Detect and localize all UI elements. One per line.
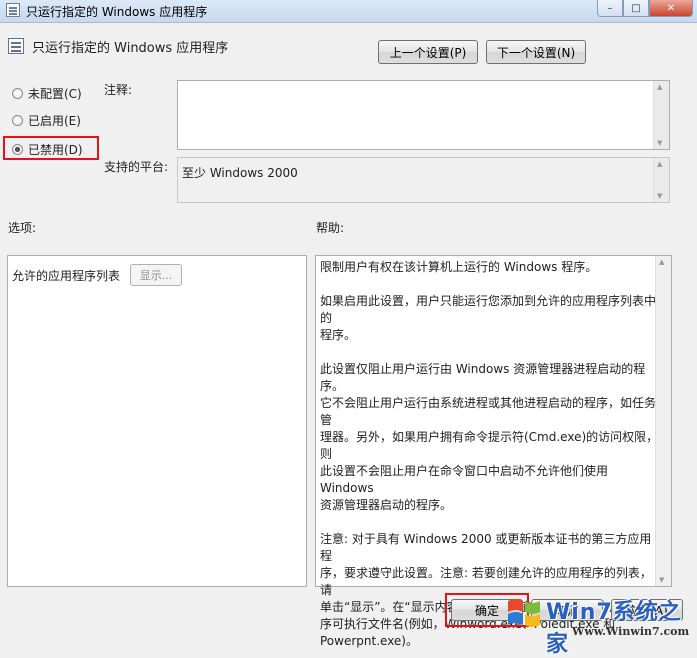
next-setting-button[interactable]: 下一个设置(N) xyxy=(486,40,586,64)
comment-scrollbar[interactable]: ▲ ▼ xyxy=(653,81,669,149)
help-section-label: 帮助: xyxy=(316,221,345,235)
help-paragraph: 限制用户有权在该计算机上运行的 Windows 程序。 xyxy=(320,260,598,274)
previous-setting-button[interactable]: 上一个设置(P) xyxy=(378,40,478,64)
radio-label: 已启用(E) xyxy=(28,114,81,128)
radio-enabled[interactable]: 已启用(E) xyxy=(12,112,81,129)
highlight-box-disabled xyxy=(3,136,99,160)
show-button[interactable]: 显示... xyxy=(130,264,183,286)
radio-button[interactable] xyxy=(12,115,23,126)
close-icon: ✕ xyxy=(666,2,676,14)
setting-icon xyxy=(8,38,24,54)
watermark: Win7系统之家 Www.Winwin7.com xyxy=(500,589,697,657)
help-paragraph: 此设置仅阻止用户运行由 Windows 资源管理器进程启动的程序。 它不会阻止用… xyxy=(320,362,659,512)
help-scrollbar[interactable]: ▲ ▼ xyxy=(655,256,671,586)
scroll-up-icon[interactable]: ▲ xyxy=(659,258,664,266)
platform-field: 至少 Windows 2000 ▲ ▼ xyxy=(177,157,670,203)
platform-value: 至少 Windows 2000 xyxy=(182,166,298,180)
scroll-down-icon[interactable]: ▼ xyxy=(659,576,664,584)
platform-scrollbar[interactable]: ▲ ▼ xyxy=(653,158,669,202)
close-button[interactable]: ✕ xyxy=(649,0,693,17)
scroll-down-icon[interactable]: ▼ xyxy=(657,192,662,200)
windows-logo-icon xyxy=(508,599,540,627)
scroll-up-icon[interactable]: ▲ xyxy=(657,160,662,168)
comment-label: 注释: xyxy=(104,83,133,97)
scroll-down-icon[interactable]: ▼ xyxy=(657,139,662,147)
title-bar[interactable]: 只运行指定的 Windows 应用程序 – □ ✕ xyxy=(0,0,697,23)
setting-title: 只运行指定的 Windows 应用程序 xyxy=(32,41,229,56)
maximize-button[interactable]: □ xyxy=(623,0,649,17)
dialog-body: 只运行指定的 Windows 应用程序 上一个设置(P) 下一个设置(N) 未配… xyxy=(0,23,697,657)
window-title: 只运行指定的 Windows 应用程序 xyxy=(26,5,208,19)
minimize-icon: – xyxy=(607,2,613,14)
policy-icon xyxy=(6,3,20,17)
window-controls: – □ ✕ xyxy=(597,0,693,18)
radio-not-configured[interactable]: 未配置(C) xyxy=(12,85,82,102)
radio-label: 未配置(C) xyxy=(28,87,82,101)
watermark-url: Www.Winwin7.com xyxy=(572,625,690,638)
radio-button[interactable] xyxy=(12,88,23,99)
help-pane: 限制用户有权在该计算机上运行的 Windows 程序。 如果启用此设置，用户只能… xyxy=(315,255,672,648)
minimize-button[interactable]: – xyxy=(597,0,623,17)
maximize-icon: □ xyxy=(631,2,641,14)
help-paragraph: 如果启用此设置，用户只能运行您添加到允许的应用程序列表中的 程序。 xyxy=(320,294,657,342)
options-row: 允许的应用程序列表 显示... xyxy=(12,264,183,286)
options-section-label: 选项: xyxy=(8,221,37,235)
scroll-up-icon[interactable]: ▲ xyxy=(657,83,662,91)
comment-textarea[interactable]: ▲ ▼ xyxy=(177,80,670,150)
options-pane: 允许的应用程序列表 显示... xyxy=(7,255,307,587)
platform-label: 支持的平台: xyxy=(104,160,169,174)
allowed-apps-label: 允许的应用程序列表 xyxy=(12,268,121,283)
